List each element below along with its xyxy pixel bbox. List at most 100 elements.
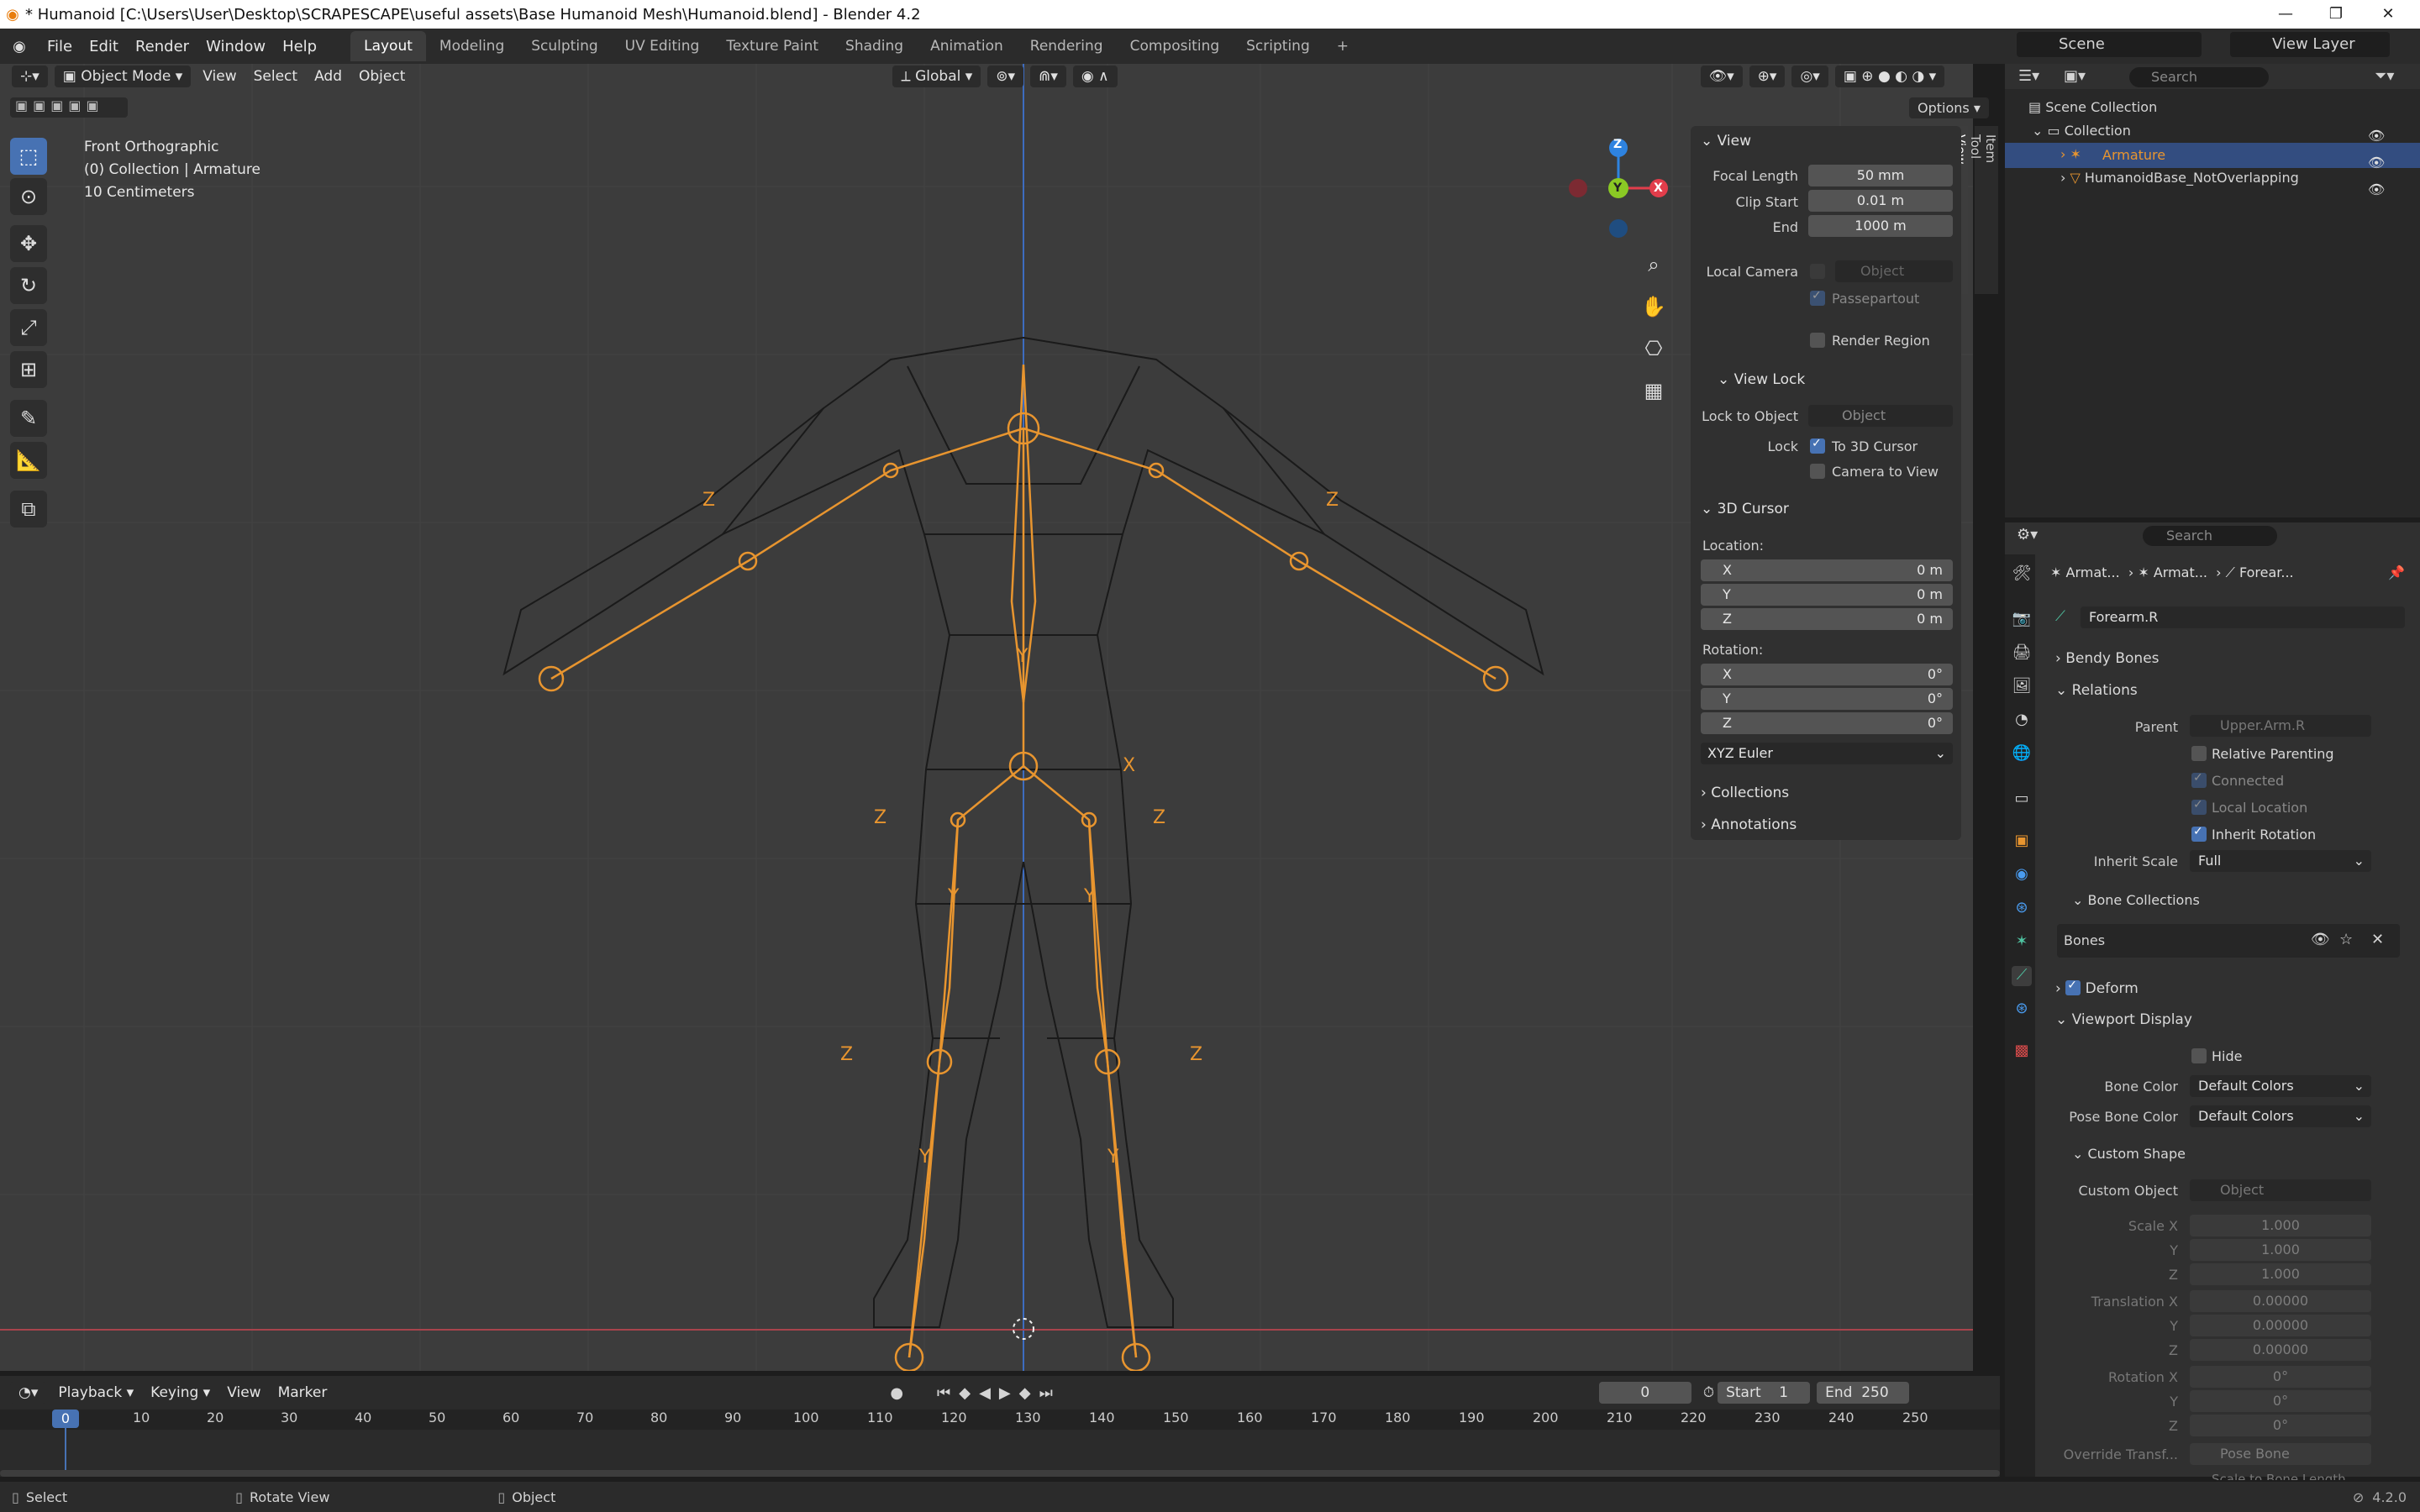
cursor-rx-field[interactable]: X 0° — [1701, 664, 1953, 685]
menu-window[interactable]: Window — [197, 38, 274, 55]
playback-controls[interactable]: ⏮◆◀▶◆⏭ — [937, 1384, 1061, 1402]
annotate-tool-icon[interactable]: ✎ — [10, 400, 47, 437]
relations-header[interactable]: ⌄ Relations — [2055, 682, 2138, 699]
tab-texture-paint[interactable]: Texture Paint — [713, 31, 832, 61]
3d-cursor-header[interactable]: ⌄ 3D Cursor — [1701, 501, 1789, 517]
rotate-tool-icon[interactable]: ↻ — [10, 267, 47, 304]
scene-tab-icon[interactable]: ◔ — [2012, 711, 2032, 731]
display-mode-icon[interactable]: ▣▾ — [2064, 67, 2086, 85]
camera-view-icon[interactable]: ⎔ — [1639, 328, 1669, 370]
local-location-checkbox[interactable] — [2191, 798, 2207, 815]
menu-view[interactable]: View — [194, 68, 245, 85]
gizmo-toggle-icon[interactable]: ⊕▾ — [1749, 66, 1786, 87]
passepartout-checkbox[interactable] — [1810, 289, 1825, 306]
measure-tool-icon[interactable]: 📐 — [10, 442, 47, 479]
ortho-grid-icon[interactable]: ▦ — [1639, 370, 1669, 412]
tab-scripting[interactable]: Scripting — [1233, 31, 1323, 61]
scale-z-field[interactable]: 1.000 — [2190, 1263, 2371, 1285]
menu-playback[interactable]: Playback ▾ — [50, 1384, 142, 1401]
tab-shading[interactable]: Shading — [832, 31, 917, 61]
zoom-icon[interactable]: ⌕ — [1639, 244, 1669, 286]
view-layer-selector[interactable]: View Layer — [2230, 32, 2390, 57]
rotation-y-field[interactable]: 0° — [2190, 1390, 2371, 1412]
eye-icon[interactable]: 👁 — [2368, 176, 2385, 203]
inherit-scale-select[interactable]: Full ⌄ — [2190, 850, 2371, 872]
menu-object[interactable]: Object — [350, 68, 413, 85]
deform-checkbox[interactable] — [2065, 979, 2081, 995]
star-icon[interactable]: ☆ — [2339, 931, 2353, 948]
pan-hand-icon[interactable]: ✋ — [1639, 286, 1669, 328]
tab-compositing[interactable]: Compositing — [1117, 31, 1234, 61]
parent-field[interactable]: Upper.Arm.R — [2190, 715, 2371, 737]
tab-modeling[interactable]: Modeling — [426, 31, 518, 61]
scene-collection-row[interactable]: ▤ Scene Collection — [2028, 99, 2157, 115]
properties-search-input[interactable]: Search — [2143, 526, 2277, 546]
cursor-x-field[interactable]: X 0 m — [1701, 559, 1953, 581]
bone-constraints-tab-icon[interactable]: ⊛ — [2012, 1000, 2032, 1020]
tab-item[interactable]: Item — [1983, 126, 1998, 294]
filter-icon[interactable]: ⏷▾ — [2375, 67, 2394, 85]
outliner-search-input[interactable]: Search — [2129, 67, 2269, 87]
select-box-tool-icon[interactable]: ⬚ — [10, 138, 47, 175]
blender-menu-icon[interactable]: ◉ — [0, 38, 39, 55]
rotation-x-field[interactable]: 0° — [2190, 1366, 2371, 1388]
collection-row[interactable]: ⌄ ▭ Collection — [2032, 123, 2131, 139]
bone-name-field[interactable]: Forearm.R — [2081, 606, 2405, 628]
timeline-scrollbar[interactable] — [0, 1470, 2000, 1477]
eye-icon[interactable]: 👁 — [2311, 931, 2330, 948]
view-section-header[interactable]: ⌄ View — [1701, 133, 1751, 150]
tab-rendering[interactable]: Rendering — [1017, 31, 1117, 61]
inherit-rotation-checkbox[interactable] — [2191, 825, 2207, 842]
snap-icon[interactable]: ⋒▾ — [1030, 66, 1066, 87]
cursor-tool-icon[interactable]: ⊙ — [10, 178, 47, 215]
tab-sculpting[interactable]: Sculpting — [518, 31, 611, 61]
hide-checkbox[interactable] — [2191, 1048, 2207, 1063]
custom-shape-header[interactable]: ⌄ Custom Shape — [2072, 1146, 2186, 1162]
deform-header[interactable]: › Deform — [2055, 978, 2139, 997]
outliner-editor-icon[interactable]: ☰▾ — [2018, 67, 2039, 85]
menu-marker[interactable]: Marker — [270, 1384, 336, 1401]
current-frame-field[interactable]: 0 — [1598, 1382, 1691, 1404]
annotations-section[interactable]: › Annotations — [1701, 816, 1797, 833]
render-tab-icon[interactable]: 📷 — [2012, 610, 2032, 630]
scene-selector[interactable]: Scene — [2017, 32, 2202, 57]
menu-add[interactable]: Add — [306, 68, 350, 85]
tab-layout[interactable]: Layout — [350, 31, 426, 61]
pivot-icon[interactable]: ⊚▾ — [987, 66, 1024, 87]
close-icon[interactable]: ✕ — [2363, 0, 2413, 29]
cursor-rz-field[interactable]: Z 0° — [1701, 712, 1953, 734]
menu-help[interactable]: Help — [274, 38, 325, 55]
object-tab-icon[interactable]: ▣ — [2012, 832, 2032, 852]
armature-data-tab-icon[interactable]: ✶ — [2012, 932, 2032, 953]
tab-uv-editing[interactable]: UV Editing — [612, 31, 713, 61]
add-cube-tool-icon[interactable]: ⧉ — [10, 491, 47, 528]
end-frame-field[interactable]: End 250 — [1817, 1382, 1910, 1404]
override-transform-field[interactable]: Pose Bone — [2190, 1443, 2371, 1465]
connected-checkbox[interactable] — [2191, 771, 2207, 788]
cursor-y-field[interactable]: Y 0 m — [1701, 584, 1953, 606]
tool-tab-icon[interactable]: 🛠 — [2012, 564, 2032, 585]
rotation-z-field[interactable]: 0° — [2190, 1415, 2371, 1436]
minimize-icon[interactable]: — — [2260, 0, 2311, 29]
tab-animation[interactable]: Animation — [917, 31, 1017, 61]
translation-z-field[interactable]: 0.00000 — [2190, 1339, 2371, 1361]
bone-collections-header[interactable]: ⌄ Bone Collections — [2072, 892, 2200, 908]
clip-start-field[interactable]: 0.01 m — [1808, 190, 1953, 212]
overlay-toggle-icon[interactable]: ◎▾ — [1791, 66, 1828, 87]
maximize-icon[interactable]: ❐ — [2311, 0, 2361, 29]
rotation-mode-select[interactable]: XYZ Euler ⌄ — [1701, 743, 1953, 764]
viewport-display-header[interactable]: ⌄ Viewport Display — [2055, 1011, 2192, 1028]
view-layer-tab-icon[interactable]: 🖼 — [2012, 677, 2032, 697]
cursor-ry-field[interactable]: Y 0° — [1701, 688, 1953, 710]
view-lock-header[interactable]: ⌄ View Lock — [1718, 371, 1805, 388]
render-region-checkbox[interactable] — [1810, 333, 1825, 348]
auto-keying-icon[interactable]: ● — [890, 1384, 903, 1402]
remove-icon[interactable]: ✕ — [2371, 931, 2384, 948]
options-button[interactable]: Options ▾ — [1909, 97, 1989, 118]
transform-orientation[interactable]: ⟂ Global ▾ — [892, 66, 981, 87]
collection-tab-icon[interactable]: ▭ — [2012, 790, 2032, 810]
eye-icon[interactable]: 👁 — [2368, 150, 2385, 176]
visibility-icon[interactable]: 👁▾ — [1700, 66, 1743, 87]
translation-y-field[interactable]: 0.00000 — [2190, 1315, 2371, 1336]
world-tab-icon[interactable]: 🌐 — [2012, 744, 2032, 764]
